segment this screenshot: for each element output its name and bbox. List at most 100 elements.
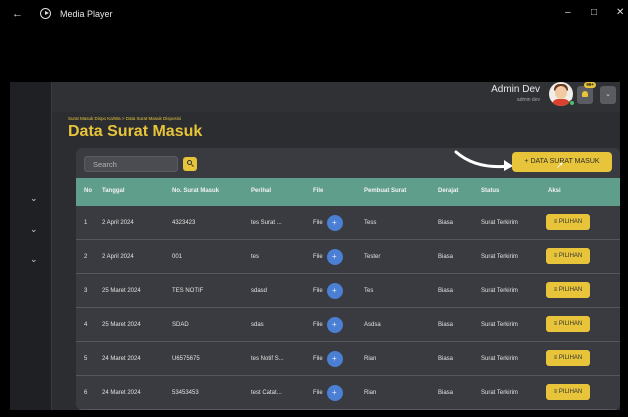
cell-derajat: Biasa <box>438 220 454 226</box>
pilihan-button[interactable]: ≡ PILIHAN <box>546 384 590 400</box>
search-button[interactable] <box>183 157 197 171</box>
cell-no-surat: TES NOTIF <box>172 288 204 294</box>
cell-status: Surat Terkirim <box>481 220 518 226</box>
cell-file-label: File <box>313 322 323 328</box>
search-input[interactable] <box>84 156 178 172</box>
column-header: File <box>313 188 324 194</box>
cell-file-label: File <box>313 220 323 226</box>
cell-tanggal: 2 April 2024 <box>102 254 134 260</box>
table-header: No Tanggal No. Surat Masuk Perihal File … <box>76 178 620 206</box>
pilihan-button[interactable]: ≡ PILIHAN <box>546 214 590 230</box>
notification-count-badge: 99+ <box>584 82 596 88</box>
file-plus-icon[interactable] <box>327 283 343 299</box>
cell-pembuat: Tester <box>364 254 381 260</box>
breadcrumb[interactable]: Surat Masuk Dispo Ka/Wa > Data Surat Mas… <box>68 116 181 121</box>
cell-file-label: File <box>313 356 323 362</box>
media-player-app-icon <box>40 8 51 19</box>
cell-perihal: tes Notif S... <box>251 356 284 362</box>
cell-perihal: tes Surat ... <box>251 220 282 226</box>
table-row: 4 25 Maret 2024 SDAD sdas File Asdsa Bia… <box>76 308 620 342</box>
cell-tanggal: 25 Maret 2024 <box>102 288 141 294</box>
cell-no-surat: 53453453 <box>172 390 199 396</box>
column-header: Derajat <box>438 188 459 194</box>
cell-pembuat: Tess <box>364 220 377 226</box>
cell-perihal: sdas <box>251 322 264 328</box>
cell-status: Surat Terkirim <box>481 288 518 294</box>
table-row: 5 24 Maret 2024 U6575675 tes Notif S... … <box>76 342 620 376</box>
cell-derajat: Biasa <box>438 322 454 328</box>
cell-file-label: File <box>313 390 323 396</box>
cell-status: Surat Terkirim <box>481 390 518 396</box>
avatar-shirt <box>552 99 570 106</box>
pilihan-button[interactable]: ≡ PILIHAN <box>546 282 590 298</box>
cell-pembuat: Rian <box>364 356 377 362</box>
chevron-down-icon[interactable]: ⌄ <box>30 224 38 235</box>
cell-derajat: Biasa <box>438 288 454 294</box>
mouse-cursor-icon: ➚ <box>556 160 564 170</box>
sidebar: ⌄ ⌄ ⌄ <box>10 82 52 410</box>
cell-no: 3 <box>84 288 88 294</box>
cell-derajat: Biasa <box>438 356 454 362</box>
cell-pembuat: Asdsa <box>364 322 381 328</box>
cell-derajat: Biasa <box>438 254 454 260</box>
column-header: Perihal <box>251 188 272 194</box>
notification-button[interactable] <box>577 86 593 104</box>
column-header: Aksi <box>548 188 561 194</box>
cell-perihal: tes <box>251 254 260 260</box>
video-frame: ⌄ ⌄ ⌄ Admin Dev admin dev 99+ ⌄ Surat Ma… <box>10 82 620 410</box>
search-icon-handle <box>191 164 194 167</box>
cell-tanggal: 24 Maret 2024 <box>102 356 141 362</box>
file-plus-icon[interactable] <box>327 351 343 367</box>
cell-no: 2 <box>84 254 88 260</box>
table-card: + DATA SURAT MASUK ➚ No Tanggal No. Sura… <box>76 148 620 410</box>
column-header: Status <box>481 188 500 194</box>
file-plus-icon[interactable] <box>327 215 343 231</box>
cell-tanggal: 25 Maret 2024 <box>102 322 141 328</box>
user-name: Admin Dev <box>491 84 540 95</box>
cell-derajat: Biasa <box>438 390 454 396</box>
pilihan-button[interactable]: ≡ PILIHAN <box>546 248 590 264</box>
table-row: 6 24 Maret 2024 53453453 test Catat... F… <box>76 376 620 410</box>
avatar-face <box>555 86 567 99</box>
cell-no: 5 <box>84 356 88 362</box>
cell-no: 6 <box>84 390 88 396</box>
table-row: 2 2 April 2024 001 tes File Tester Biasa… <box>76 240 620 274</box>
file-plus-icon[interactable] <box>327 317 343 333</box>
media-player-titlebar: ← Media Player – □ ✕ <box>0 0 628 30</box>
table-row: 3 25 Maret 2024 TES NOTIF sdasd File Tes… <box>76 274 620 308</box>
chevron-down-icon[interactable]: ⌄ <box>30 254 38 265</box>
cell-no: 1 <box>84 220 88 226</box>
cell-file-label: File <box>313 254 323 260</box>
pilihan-button[interactable]: ≡ PILIHAN <box>546 350 590 366</box>
cell-status: Surat Terkirim <box>481 254 518 260</box>
cell-pembuat: Tes <box>364 288 374 294</box>
cell-tanggal: 2 April 2024 <box>102 220 134 226</box>
app-topbar: Admin Dev admin dev 99+ ⌄ <box>52 82 620 112</box>
cell-perihal: sdasd <box>251 288 268 294</box>
cell-no-surat: 001 <box>172 254 183 260</box>
main-content: Surat Masuk Dispo Ka/Wa > Data Surat Mas… <box>52 112 620 410</box>
pilihan-button[interactable]: ≡ PILIHAN <box>546 316 590 332</box>
file-plus-icon[interactable] <box>327 249 343 265</box>
online-status-dot <box>569 100 575 106</box>
cell-no: 4 <box>84 322 88 328</box>
back-arrow-icon[interactable]: ← <box>12 8 23 20</box>
cell-perihal: test Catat... <box>251 390 282 396</box>
cell-tanggal: 24 Maret 2024 <box>102 390 141 396</box>
cell-status: Surat Terkirim <box>481 322 518 328</box>
maximize-button[interactable]: □ <box>591 7 597 18</box>
user-menu-button[interactable]: ⌄ <box>600 86 616 104</box>
minimize-button[interactable]: – <box>565 7 571 18</box>
chevron-down-icon[interactable]: ⌄ <box>30 193 38 204</box>
column-header: Pembuat Surat <box>364 188 407 194</box>
cell-file-label: File <box>313 288 323 294</box>
table-row: 1 2 April 2024 4323423 tes Surat ... Fil… <box>76 206 620 240</box>
cell-no-surat: SDAD <box>172 322 189 328</box>
cell-no-surat: 4323423 <box>172 220 196 226</box>
page-title: Data Surat Masuk <box>68 123 203 140</box>
close-button[interactable]: ✕ <box>616 7 624 18</box>
column-header: No. Surat Masuk <box>172 188 220 194</box>
column-header: Tanggal <box>102 188 125 194</box>
user-role: admin dev <box>516 97 540 103</box>
file-plus-icon[interactable] <box>327 385 343 401</box>
